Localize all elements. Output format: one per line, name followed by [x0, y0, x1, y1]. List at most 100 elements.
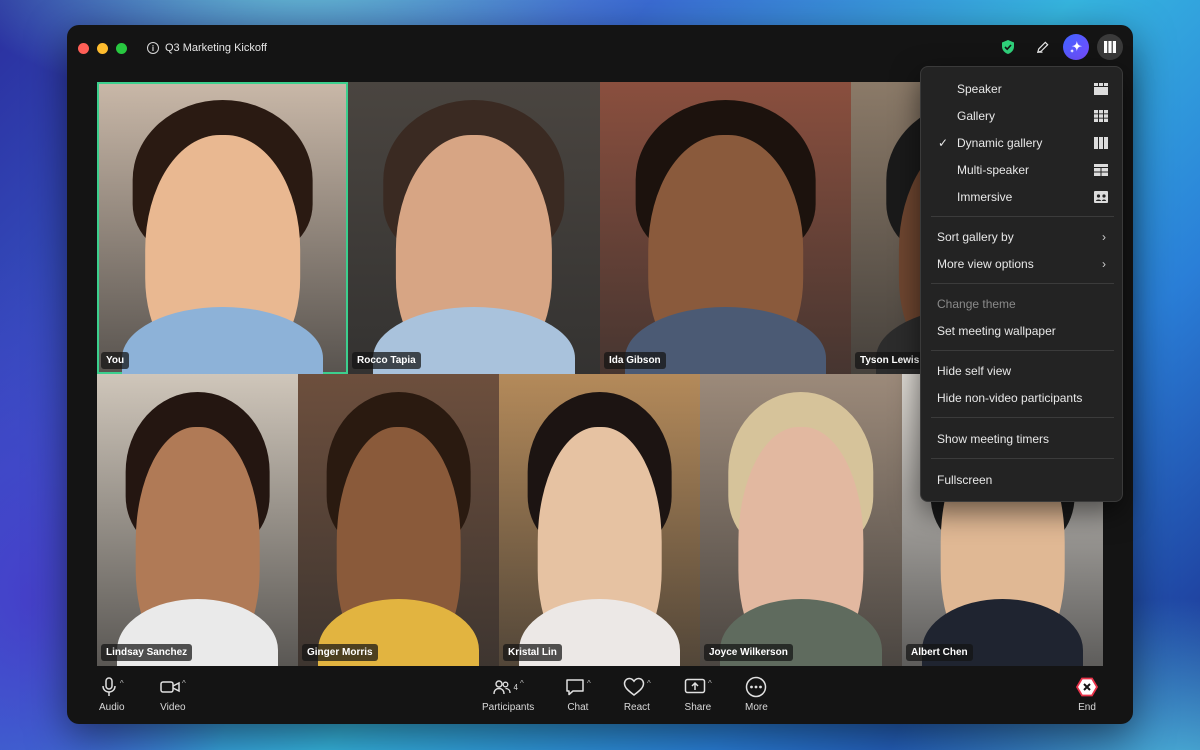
menu-item-label: Speaker	[957, 82, 1002, 96]
video-tile[interactable]: Ida Gibson	[600, 82, 851, 374]
info-icon: i	[147, 42, 159, 54]
participant-name-tag: Ida Gibson	[604, 352, 666, 369]
menu-item-label: Immersive	[957, 190, 1013, 204]
participants-count: 4	[513, 682, 518, 692]
immersive-layout-icon	[1094, 191, 1108, 203]
columns-icon	[1104, 41, 1116, 53]
menu-item-label: Change theme	[937, 297, 1016, 311]
title-bar: i Q3 Marketing Kickoff	[67, 25, 1133, 71]
more-label: More	[745, 702, 768, 713]
dynamic-gallery-layout-icon	[1094, 137, 1108, 149]
share-label: Share	[684, 702, 712, 713]
menu-item-fullscreen[interactable]: Fullscreen	[921, 468, 1124, 492]
speaker-layout-icon	[1094, 83, 1108, 95]
ai-companion-button[interactable]	[1063, 34, 1089, 60]
menu-divider	[931, 283, 1114, 284]
video-tile[interactable]: Ginger Morris	[298, 374, 499, 666]
video-tile-self[interactable]: You	[97, 82, 348, 374]
participants-button[interactable]: 4 ^ Participants	[482, 676, 535, 714]
view-layout-button[interactable]	[1097, 34, 1123, 60]
participant-name-tag: Rocco Tapia	[352, 352, 421, 369]
video-tile[interactable]: Kristal Lin	[499, 374, 700, 666]
participants-icon	[492, 680, 511, 695]
chat-bubble-icon	[566, 679, 584, 696]
more-button[interactable]: More	[745, 676, 768, 713]
chevron-right-icon: ›	[1102, 230, 1106, 244]
participant-name-tag: Kristal Lin	[503, 644, 562, 661]
participant-name-tag: You	[101, 352, 130, 369]
pencil-icon	[1036, 40, 1049, 53]
checkmark-icon: ✓	[938, 136, 949, 150]
video-camera-icon	[160, 681, 180, 693]
menu-item-show-timers[interactable]: Show meeting timers	[921, 427, 1124, 451]
multi-speaker-layout-icon	[1094, 164, 1108, 176]
share-options-caret[interactable]: ^	[708, 679, 712, 688]
menu-item-multi-speaker[interactable]: Multi-speaker	[921, 158, 1124, 182]
chat-label: Chat	[567, 702, 589, 713]
audio-options-caret[interactable]: ^	[120, 679, 124, 688]
menu-item-label: Show meeting timers	[937, 432, 1050, 446]
menu-item-speaker[interactable]: Speaker	[921, 77, 1124, 101]
title-actions	[995, 34, 1123, 60]
participant-name-tag: Ginger Morris	[302, 644, 378, 661]
end-label: End	[1078, 702, 1096, 713]
menu-item-label: Sort gallery by	[937, 230, 1014, 244]
participant-name-tag: Tyson Lewis	[855, 352, 925, 369]
chat-options-caret[interactable]: ^	[587, 679, 591, 688]
view-options-menu: Speaker Gallery ✓ Dynamic gallery Multi-…	[920, 66, 1123, 502]
menu-divider	[931, 458, 1114, 459]
menu-item-immersive[interactable]: Immersive	[921, 185, 1124, 209]
react-label: React	[623, 702, 650, 713]
share-button[interactable]: ^ Share	[684, 676, 712, 714]
menu-item-label: Multi-speaker	[957, 163, 1030, 177]
video-tile[interactable]: Joyce Wilkerson	[700, 374, 902, 666]
end-meeting-button[interactable]: End	[1076, 676, 1098, 713]
participants-label: Participants	[482, 702, 535, 713]
menu-item-label: Dynamic gallery	[957, 136, 1043, 150]
video-tile[interactable]: Rocco Tapia	[348, 82, 600, 374]
react-button[interactable]: ^ React	[623, 676, 651, 713]
menu-item-label: More view options	[937, 257, 1034, 271]
video-button[interactable]: ^ Video	[160, 676, 186, 714]
microphone-icon	[102, 677, 116, 696]
share-screen-icon	[684, 678, 706, 694]
participants-options-caret[interactable]: ^	[520, 679, 524, 688]
video-label: Video	[160, 702, 186, 713]
menu-divider	[931, 216, 1114, 217]
video-tile[interactable]: Lindsay Sanchez	[97, 374, 298, 666]
menu-item-hide-non-video[interactable]: Hide non-video participants	[921, 386, 1124, 410]
menu-item-hide-self-view[interactable]: Hide self view	[921, 359, 1124, 383]
participant-name-tag: Lindsay Sanchez	[101, 644, 193, 661]
minimize-window-button[interactable]	[97, 42, 108, 54]
chat-button[interactable]: ^ Chat	[565, 676, 591, 713]
react-options-caret[interactable]: ^	[647, 679, 651, 688]
video-options-caret[interactable]: ^	[182, 679, 186, 688]
participant-name-tag: Albert Chen	[906, 644, 973, 661]
menu-item-label: Hide self view	[937, 364, 1012, 378]
window-controls	[78, 42, 127, 54]
close-window-button[interactable]	[78, 42, 89, 54]
menu-item-label: Gallery	[957, 109, 996, 123]
menu-item-more-view-options[interactable]: More view options ›	[921, 252, 1124, 276]
encryption-shield-button[interactable]	[995, 34, 1021, 60]
participant-name-tag: Joyce Wilkerson	[704, 644, 793, 661]
chevron-right-icon: ›	[1102, 257, 1106, 271]
menu-item-change-theme: Change theme	[921, 292, 1124, 316]
meeting-title: Q3 Marketing Kickoff	[165, 42, 267, 54]
annotate-button[interactable]	[1029, 34, 1055, 60]
meeting-info[interactable]: i Q3 Marketing Kickoff	[147, 42, 267, 54]
menu-item-dynamic-gallery[interactable]: ✓ Dynamic gallery	[921, 131, 1124, 155]
menu-item-set-wallpaper[interactable]: Set meeting wallpaper	[921, 319, 1124, 343]
menu-item-label: Fullscreen	[937, 473, 993, 487]
shield-icon	[1002, 40, 1014, 54]
heart-icon	[623, 677, 645, 696]
menu-divider	[931, 350, 1114, 351]
menu-item-sort-gallery[interactable]: Sort gallery by ›	[921, 225, 1124, 249]
sparkle-icon	[1069, 40, 1083, 54]
maximize-window-button[interactable]	[116, 42, 127, 54]
menu-divider	[931, 417, 1114, 418]
audio-button[interactable]: ^ Audio	[99, 676, 125, 713]
menu-item-gallery[interactable]: Gallery	[921, 104, 1124, 128]
more-dots-icon	[746, 676, 767, 698]
menu-item-label: Set meeting wallpaper	[937, 324, 1056, 338]
